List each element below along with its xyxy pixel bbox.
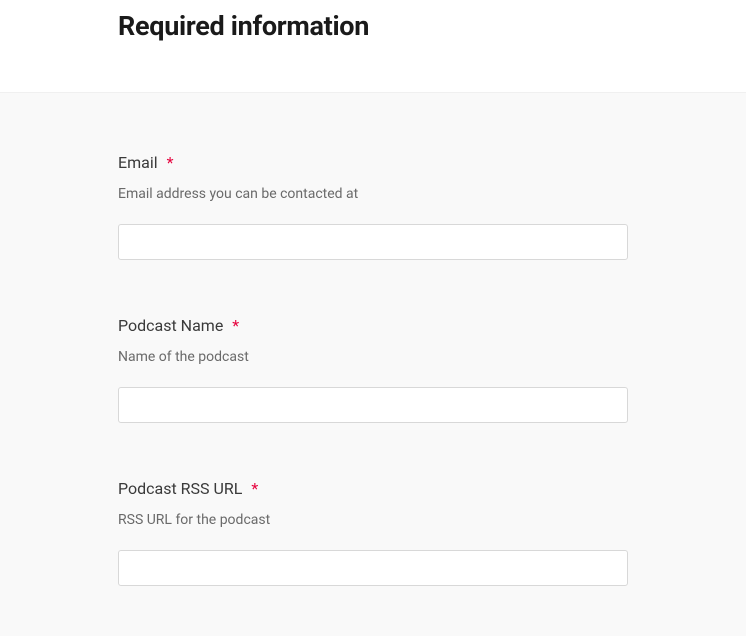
email-input[interactable] bbox=[118, 224, 628, 260]
label-row: Email * bbox=[118, 153, 628, 172]
header-section: Required information bbox=[0, 0, 746, 92]
podcast-name-input[interactable] bbox=[118, 387, 628, 423]
form-group-podcast-name: Podcast Name * Name of the podcast bbox=[118, 316, 628, 423]
email-description: Email address you can be contacted at bbox=[118, 186, 628, 202]
email-label: Email bbox=[118, 153, 158, 172]
required-asterisk: * bbox=[167, 153, 174, 172]
required-asterisk: * bbox=[232, 316, 239, 335]
label-row: Podcast Name * bbox=[118, 316, 628, 335]
podcast-rss-description: RSS URL for the podcast bbox=[118, 512, 628, 528]
label-row: Podcast RSS URL * bbox=[118, 479, 628, 498]
form-section: Email * Email address you can be contact… bbox=[0, 92, 746, 636]
form-group-email: Email * Email address you can be contact… bbox=[118, 153, 628, 260]
form-group-podcast-rss: Podcast RSS URL * RSS URL for the podcas… bbox=[118, 479, 628, 586]
podcast-name-label: Podcast Name bbox=[118, 316, 223, 335]
required-asterisk: * bbox=[251, 479, 258, 498]
podcast-rss-input[interactable] bbox=[118, 550, 628, 586]
page-title: Required information bbox=[118, 10, 746, 42]
podcast-name-description: Name of the podcast bbox=[118, 349, 628, 365]
podcast-rss-label: Podcast RSS URL bbox=[118, 479, 242, 498]
